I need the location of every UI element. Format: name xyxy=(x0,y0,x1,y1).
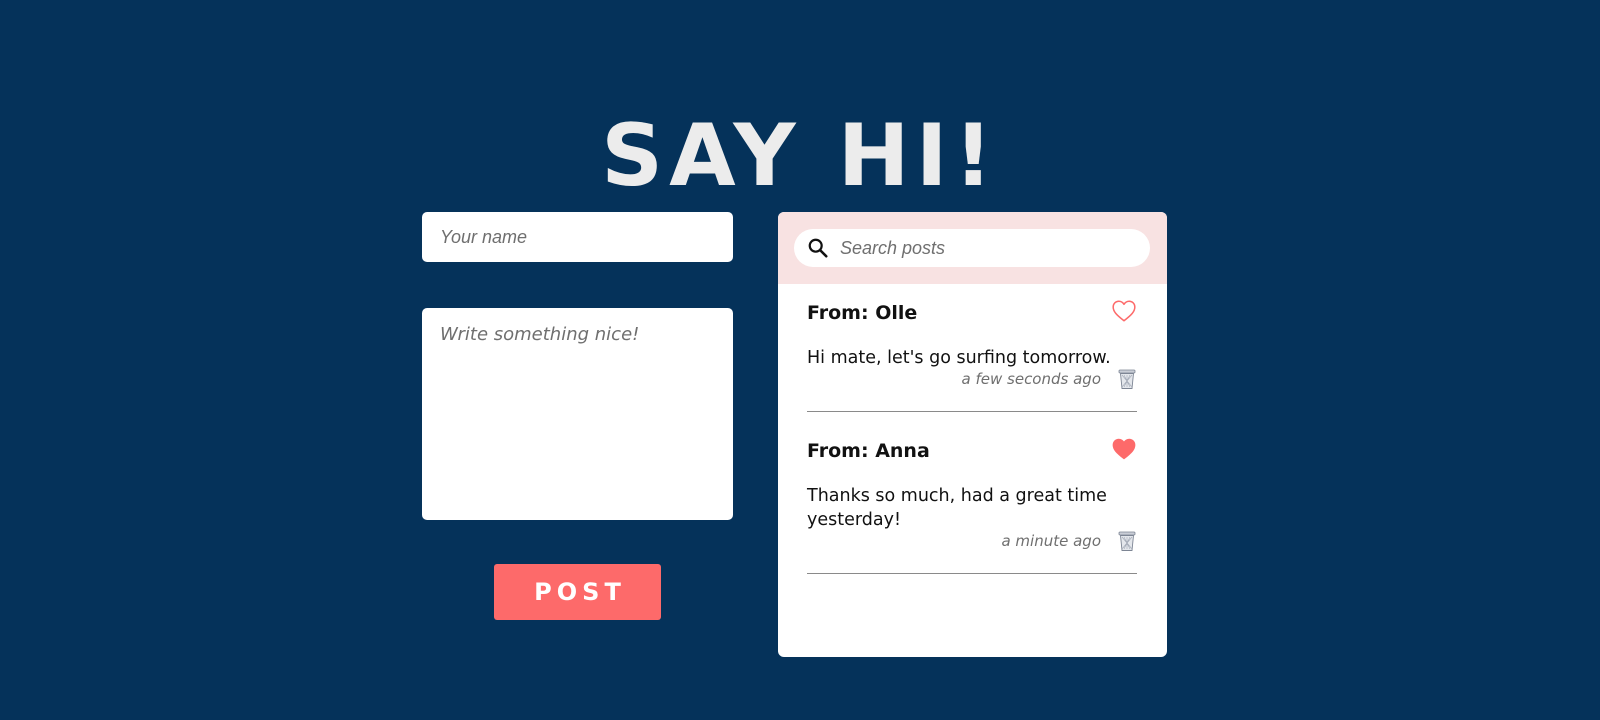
post-button[interactable]: POST xyxy=(494,564,661,620)
posts-panel: From: Olle Hi mate, let's go surfing tom… xyxy=(778,212,1167,657)
post-item: From: Anna Thanks so much, had a great t… xyxy=(807,438,1137,574)
post-message: Hi mate, let's go surfing tomorrow. xyxy=(807,348,1111,368)
heart-filled-icon[interactable] xyxy=(1111,436,1137,462)
name-input[interactable] xyxy=(422,212,733,262)
post-divider xyxy=(807,573,1137,574)
post-author: From: Anna xyxy=(807,440,930,462)
post-author: From: Olle xyxy=(807,302,918,324)
heart-outline-icon[interactable] xyxy=(1111,298,1137,324)
post-timestamp: a few seconds ago xyxy=(961,370,1101,388)
page-title: SAY HI! xyxy=(601,105,999,206)
post-timestamp: a minute ago xyxy=(1001,532,1101,550)
search-icon xyxy=(808,238,828,258)
post-item: From: Olle Hi mate, let's go surfing tom… xyxy=(807,300,1137,412)
post-message: Thanks so much, had a great time yesterd… xyxy=(807,486,1107,530)
search-input[interactable] xyxy=(840,229,1136,267)
message-input[interactable] xyxy=(422,308,733,520)
search-field[interactable] xyxy=(794,229,1150,267)
trash-icon[interactable] xyxy=(1117,368,1137,390)
trash-icon[interactable] xyxy=(1117,530,1137,552)
search-bar xyxy=(778,212,1167,284)
post-divider xyxy=(807,411,1137,412)
